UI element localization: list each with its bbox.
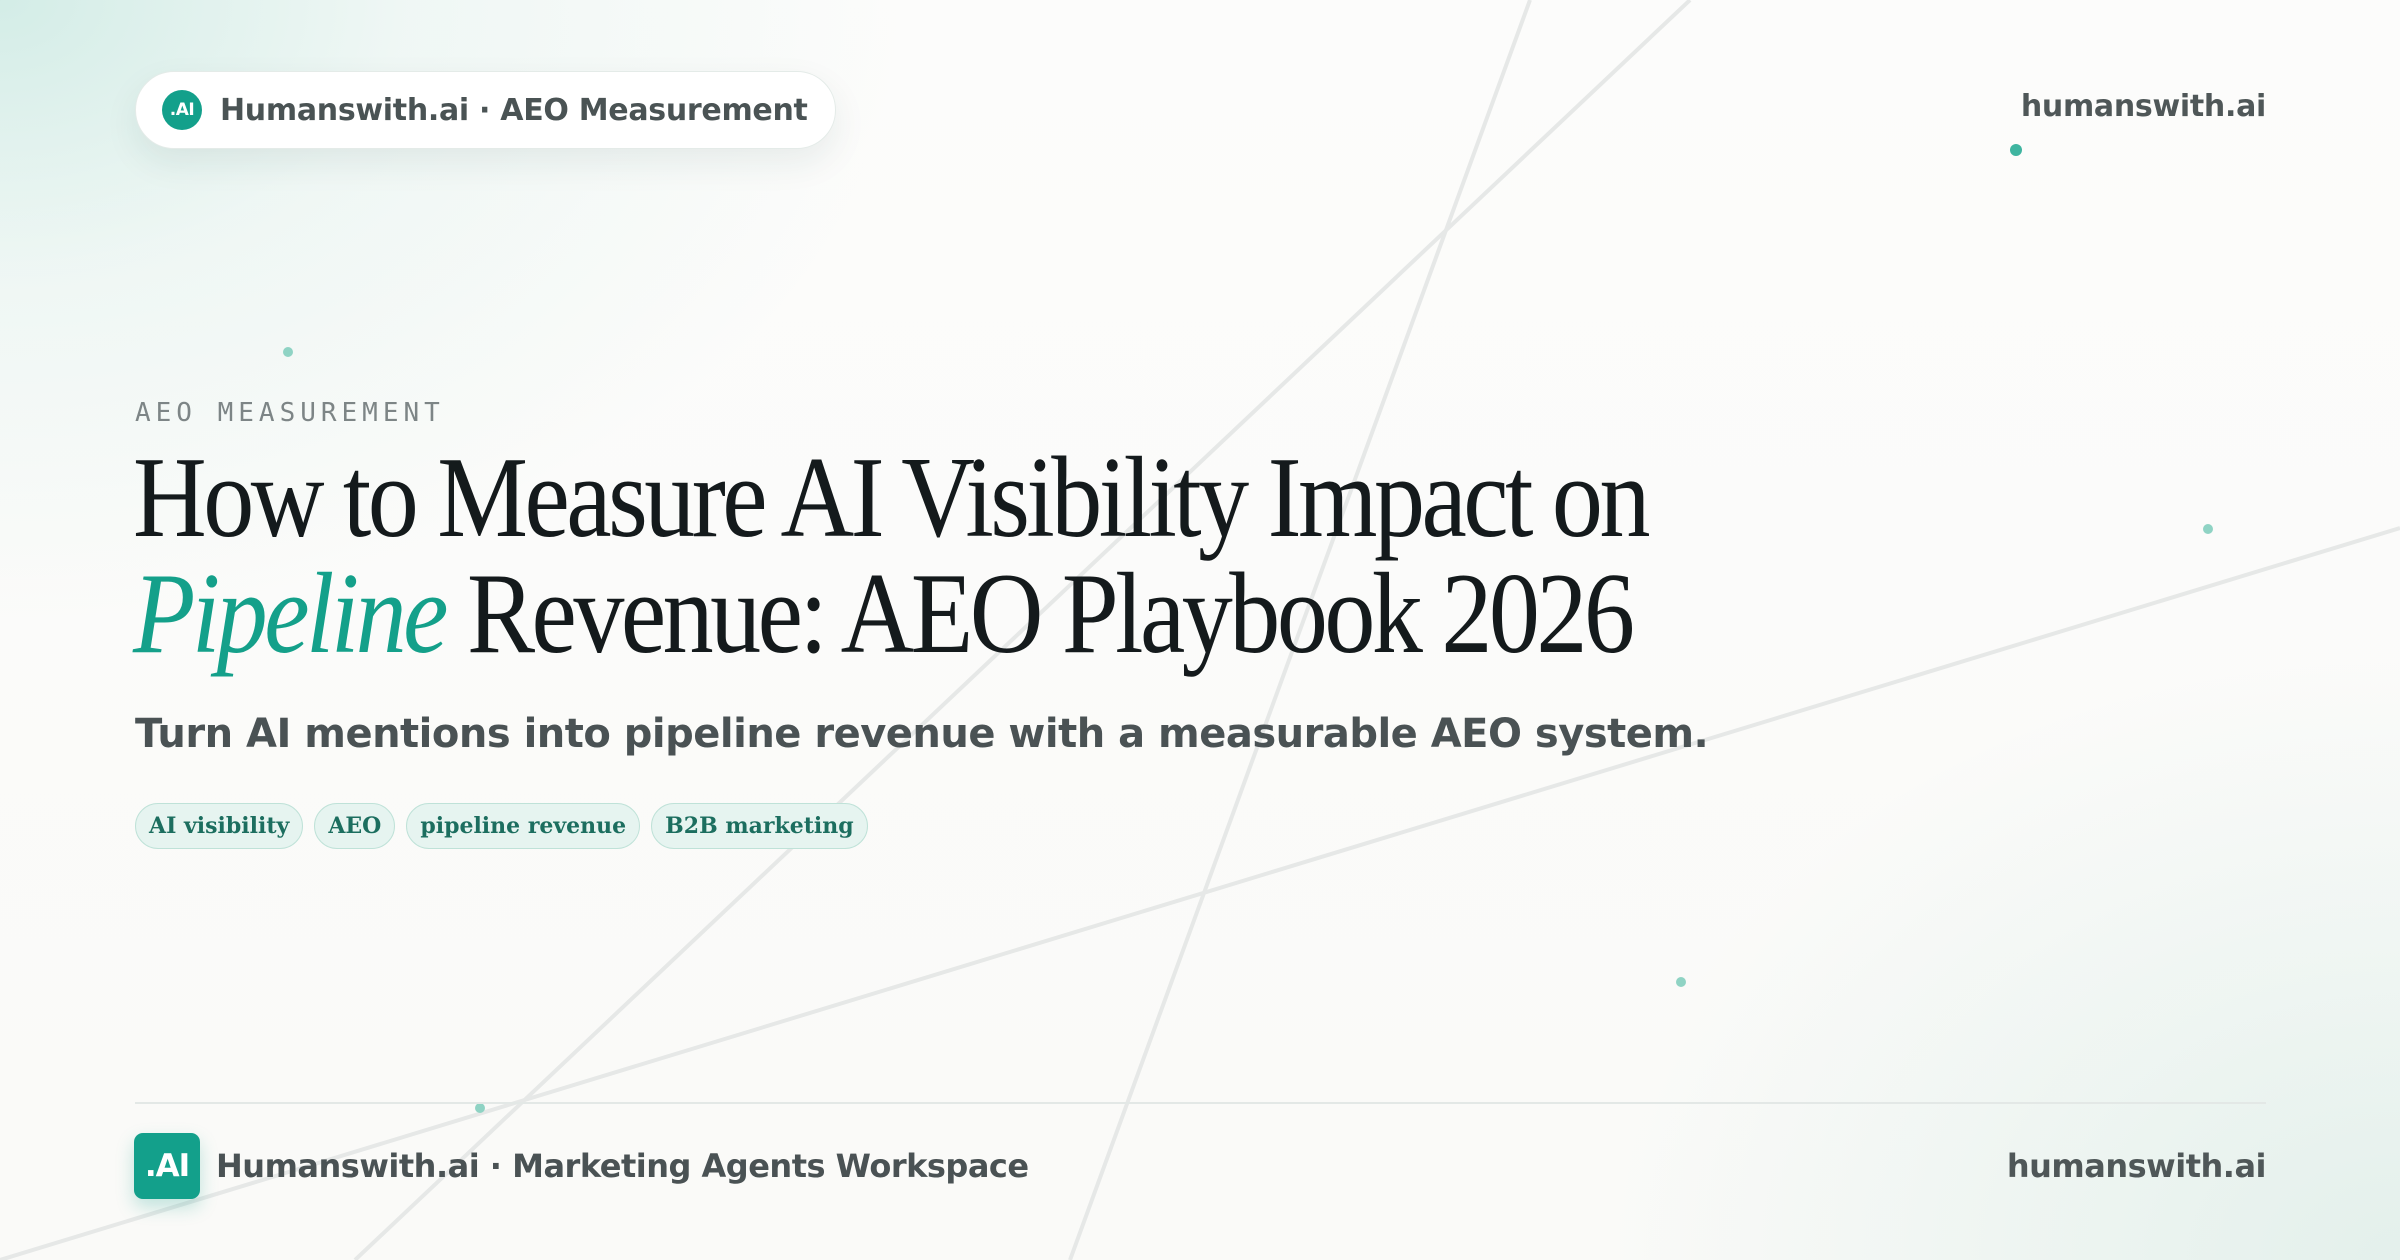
decor-dot <box>475 1103 485 1113</box>
title-line-1: How to Measure AI Visibility Impact on <box>133 434 1651 562</box>
eyebrow-label: AEO MEASUREMENT <box>135 398 445 428</box>
decor-dot <box>1676 977 1686 987</box>
title-accent-word: Pipeline <box>133 550 448 678</box>
tag-list: AI visibility AEO pipeline revenue B2B m… <box>135 803 868 849</box>
tag-ai-visibility: AI visibility <box>135 803 304 849</box>
footer-domain: humanswith.ai <box>2006 1147 2267 1185</box>
decor-dot <box>2203 524 2213 534</box>
brand-pill-label: Humanswith.ai · AEO Measurement <box>220 92 808 128</box>
subtitle: Turn AI mentions into pipeline revenue w… <box>135 711 1709 757</box>
tag-aeo: AEO <box>314 803 396 849</box>
footer-divider <box>135 1102 2266 1104</box>
page-title: How to Measure AI Visibility Impact on P… <box>133 434 1651 672</box>
tag-b2b-marketing: B2B marketing <box>651 803 868 849</box>
header-domain: humanswith.ai <box>2020 89 2266 124</box>
decor-dot <box>2010 144 2022 156</box>
footer-label: Humanswith.ai · Marketing Agents Workspa… <box>216 1147 1029 1185</box>
title-line-2-rest: Revenue: AEO Playbook 2026 <box>444 550 1635 678</box>
title-line-2: Pipeline Revenue: AEO Playbook 2026 <box>133 556 1647 672</box>
footer-logo-icon: .AI <box>134 1133 200 1199</box>
brand-pill: .AI Humanswith.ai · AEO Measurement <box>135 71 836 149</box>
og-card: .AI Humanswith.ai · AEO Measurement huma… <box>0 0 2400 1260</box>
decor-dot <box>283 347 293 357</box>
tag-pipeline-revenue: pipeline revenue <box>406 803 641 849</box>
brand-logo-icon: .AI <box>162 90 202 130</box>
